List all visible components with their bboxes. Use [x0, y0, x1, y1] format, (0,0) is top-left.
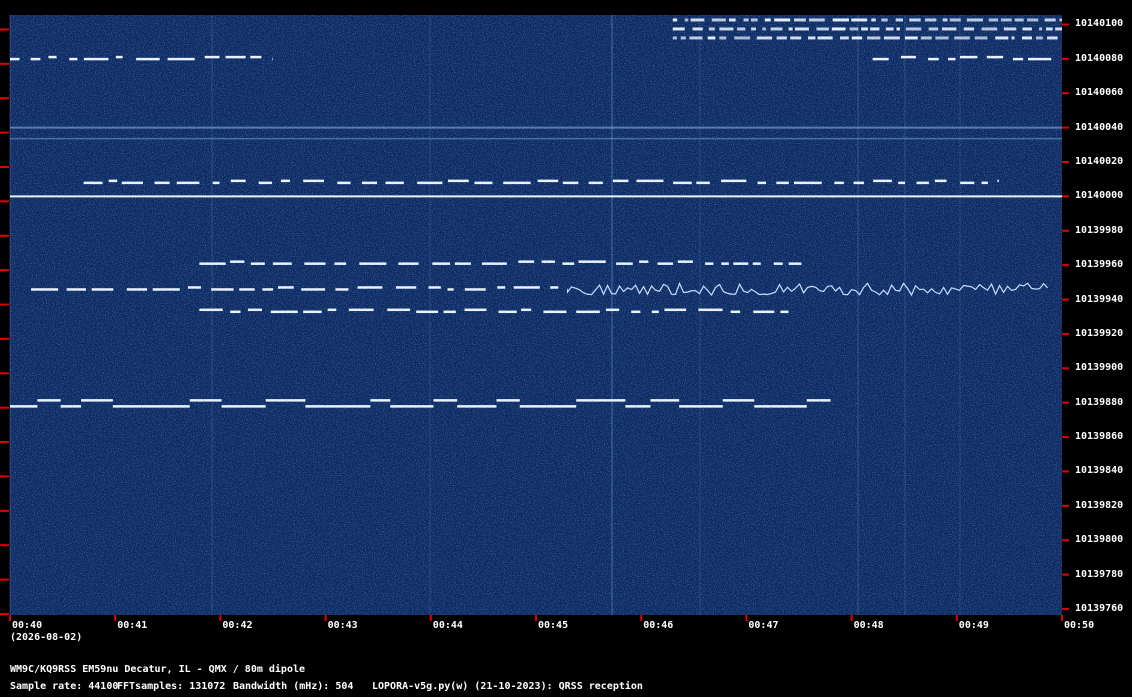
y-tick-label: 10140000: [1075, 190, 1124, 202]
x-tick-label: 00:40: [12, 620, 43, 631]
y-tick-label: 10139920: [1075, 327, 1124, 339]
x-tick-label: 00:42: [222, 620, 253, 631]
y-tick-label: 10139840: [1075, 465, 1124, 477]
x-tick-label: 00:50: [1064, 620, 1095, 631]
waterfall-chart: [0, 15, 1069, 621]
y-tick-label: 10140080: [1075, 52, 1124, 64]
x-tick-label: 00:43: [327, 620, 358, 631]
x-tick-label: 00:47: [748, 620, 779, 631]
y-tick-label: 10140040: [1075, 121, 1124, 133]
x-tick-label: 00:44: [432, 620, 463, 631]
fft-samples: FFTsamples: 131072: [117, 681, 226, 692]
y-tick-label: 10139980: [1075, 224, 1124, 236]
y-tick-label: 10139780: [1075, 568, 1124, 580]
bandwidth: Bandwidth (mHz): 504: [233, 681, 354, 692]
x-tick-label: 00:45: [538, 620, 569, 631]
y-tick-label: 10140060: [1075, 87, 1124, 99]
y-tick-label: 10139820: [1075, 499, 1124, 511]
y-tick-label: 10139900: [1075, 362, 1124, 374]
x-tick-label: 00:46: [643, 620, 674, 631]
date-label: (2026-08-02): [10, 632, 83, 643]
software-info: LOPORA-v5g.py(w) (21-10-2023): QRSS rece…: [372, 681, 643, 692]
x-tick-label: 00:48: [853, 620, 884, 631]
y-tick-label: 10139960: [1075, 259, 1124, 271]
x-tick-label: 00:49: [958, 620, 989, 631]
y-tick-label: 10140020: [1075, 155, 1124, 167]
waterfall-noise: [10, 15, 1062, 615]
station-line: WM9C/KQ9RSS EM59nu Decatur, IL - QMX / 8…: [10, 664, 306, 675]
y-tick-label: 10139880: [1075, 396, 1124, 408]
y-tick-label: 10139760: [1075, 602, 1124, 614]
y-tick-label: 10139800: [1075, 534, 1124, 546]
y-tick-label: 10140100: [1075, 18, 1124, 30]
x-tick-label: 00:41: [117, 620, 148, 631]
sample-rate: Sample rate: 44100: [10, 681, 119, 692]
y-tick-label: 10139940: [1075, 293, 1124, 305]
y-tick-label: 10139860: [1075, 431, 1124, 443]
